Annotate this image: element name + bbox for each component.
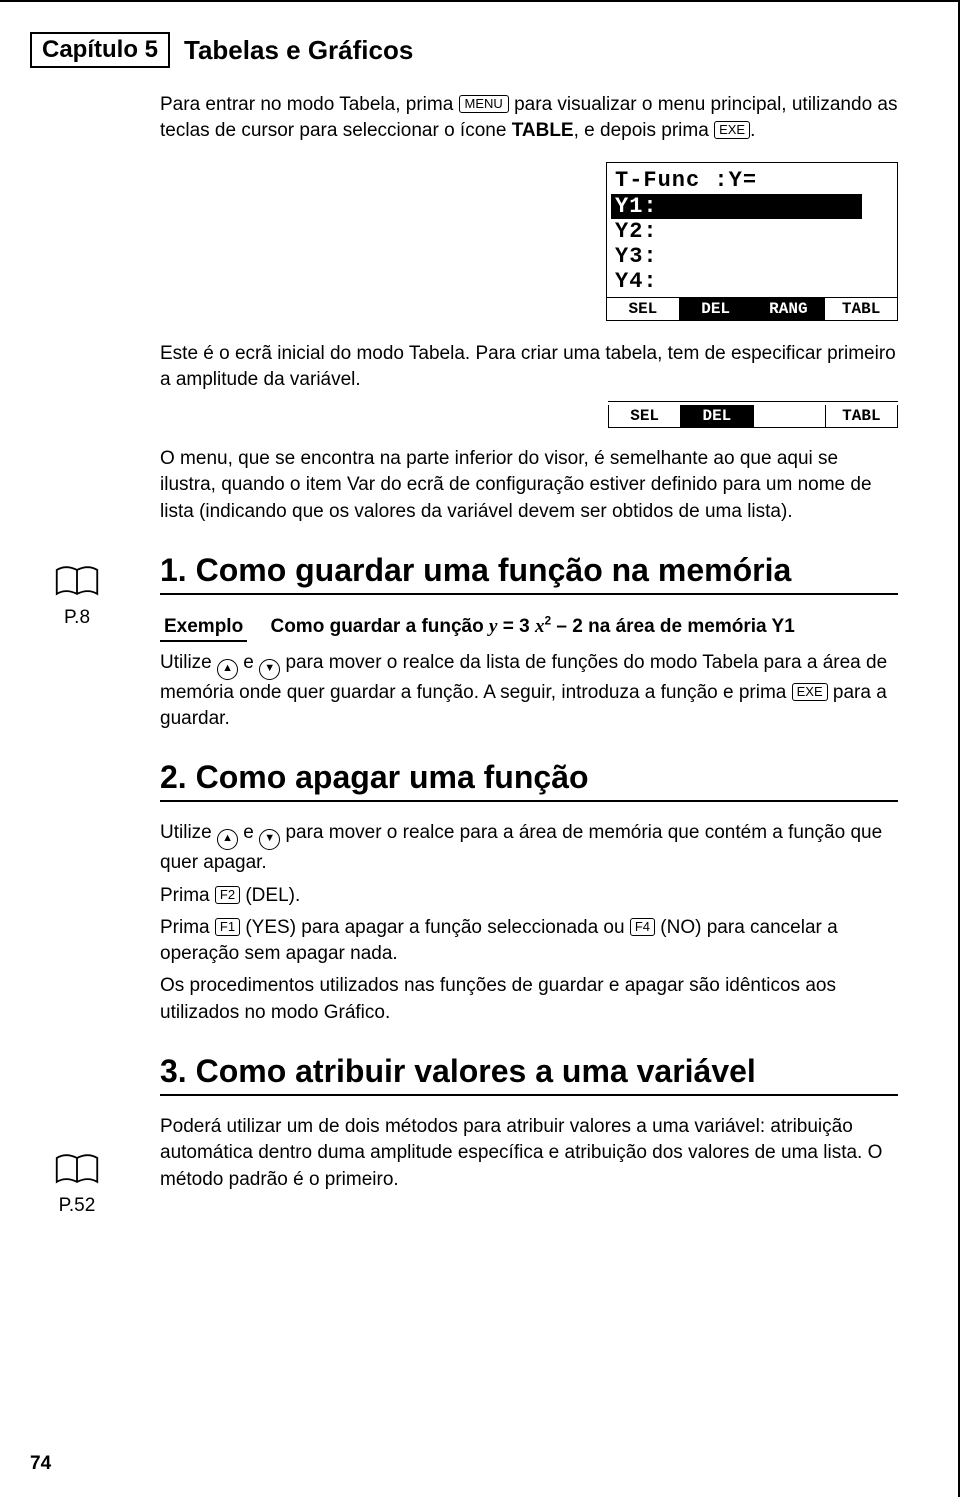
chapter-label: Capítulo 5 <box>42 36 158 63</box>
exe-key-icon: EXE <box>714 121 750 139</box>
down-key-icon: ▼ <box>259 659 280 680</box>
section-1-title: 1. Como guardar uma função na memória <box>160 551 898 595</box>
section-3-p: Poderá utilizar um de dois métodos para … <box>160 1114 898 1193</box>
section-2-p3: Prima F1 (YES) para apagar a função sele… <box>160 915 898 967</box>
book-icon <box>42 562 112 605</box>
text: = 3 <box>497 616 535 637</box>
intro-paragraph-2: Este é o ecrã inicial do modo Tabela. Pa… <box>160 341 898 393</box>
lcd-line: Y2: <box>615 219 889 244</box>
chapter-label-box: Capítulo 5 <box>30 32 170 68</box>
text: , e depois prima <box>574 120 714 141</box>
softkey-sel: SEL <box>607 298 680 320</box>
page-ref-label: P.8 <box>42 607 112 629</box>
lcd-softkeys: SEL DEL RANG TABL <box>607 297 897 320</box>
section-3-title: 3. Como atribuir valores a uma variável <box>160 1052 898 1096</box>
text: e <box>243 652 259 673</box>
softkey-tabl: TABL <box>825 405 897 427</box>
chapter-header: Capítulo 5 Tabelas e Gráficos <box>30 32 898 68</box>
page-ref-label: P.52 <box>42 1195 112 1217</box>
intro-paragraph-1: Para entrar no modo Tabela, prima MENU p… <box>160 92 898 143</box>
page-number: 74 <box>30 1453 51 1475</box>
text: Prima <box>160 917 215 938</box>
table-word: TABLE <box>512 120 574 141</box>
softkey-sel: SEL <box>609 405 681 427</box>
exe-key-icon: EXE <box>792 683 828 701</box>
lcd-highlight: Y1: <box>611 194 662 219</box>
section-2-p4: Os procedimentos utilizados nas funções … <box>160 973 898 1025</box>
text: (DEL). <box>245 885 300 906</box>
lcd-line: Y4: <box>615 269 889 294</box>
text: Como guardar a função <box>270 616 489 637</box>
down-key-icon: ▼ <box>259 829 280 850</box>
chapter-title: Tabelas e Gráficos <box>184 35 413 66</box>
example-label: Exemplo <box>160 616 247 642</box>
book-icon <box>42 1150 112 1193</box>
section-2-p2: Prima F2 (DEL). <box>160 883 898 909</box>
softkey-empty <box>754 405 825 427</box>
text: – 2 na área de memória Y1 <box>551 616 795 637</box>
f4-key-icon: F4 <box>630 918 655 936</box>
up-key-icon: ▲ <box>217 659 238 680</box>
section-2-title: 2. Como apagar uma função <box>160 758 898 802</box>
paragraph-menu-note: O menu, que se encontra na parte inferio… <box>160 446 898 525</box>
example-text: Como guardar a função y = 3 x2 – 2 na ár… <box>270 616 794 637</box>
text: . <box>750 120 755 141</box>
softkey-del: DEL <box>680 298 753 320</box>
text: (YES) para apagar a função seleccionada … <box>245 917 629 938</box>
softkey-rang: RANG <box>753 298 826 320</box>
text: Prima <box>160 885 215 906</box>
text: e <box>243 822 259 843</box>
text: Utilize <box>160 822 217 843</box>
f2-key-icon: F2 <box>215 886 240 904</box>
text: Para entrar no modo Tabela, prima <box>160 94 459 115</box>
section-2-p1: Utilize ▲ e ▼ para mover o realce para a… <box>160 820 898 876</box>
up-key-icon: ▲ <box>217 829 238 850</box>
margin-ref-2: P.52 <box>42 1150 112 1217</box>
softkey-tabl: TABL <box>825 298 897 320</box>
text: Utilize <box>160 652 217 673</box>
calculator-screen-1: T-Func :Y= Y1: Y2: Y3: Y4: SEL DEL RANG … <box>606 162 898 320</box>
example-row: Exemplo Como guardar a função y = 3 x2 –… <box>160 613 898 641</box>
section-1-paragraph: Utilize ▲ e ▼ para mover o realce da lis… <box>160 650 898 732</box>
calculator-screen-2: SEL DEL TABL <box>608 401 898 428</box>
margin-ref-1: P.8 <box>42 562 112 629</box>
f1-key-icon: F1 <box>215 918 240 936</box>
lcd-line: T-Func :Y= <box>615 168 889 193</box>
softkey-del: DEL <box>681 405 753 427</box>
menu-key-icon: MENU <box>459 95 509 113</box>
lcd-line: Y3: <box>615 244 889 269</box>
